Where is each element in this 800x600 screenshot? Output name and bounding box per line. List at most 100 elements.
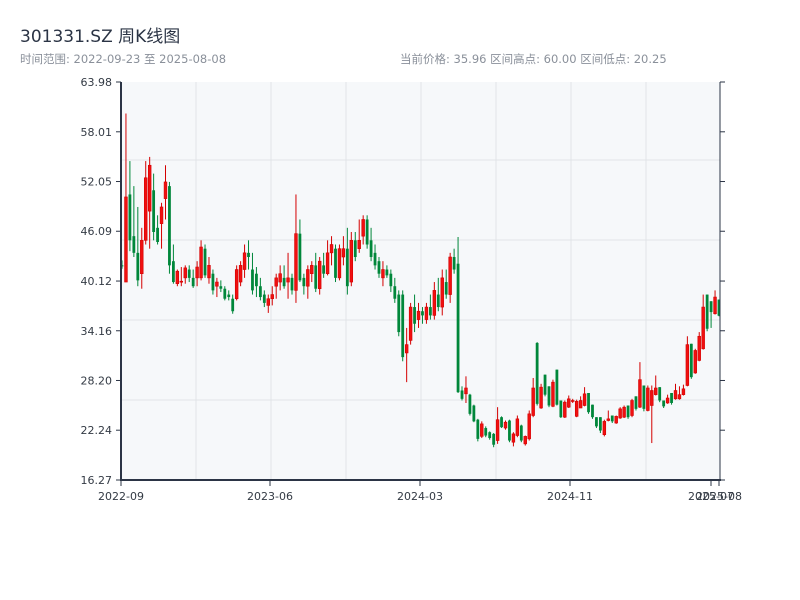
x-tick-label: 2025-08 — [696, 490, 742, 503]
candle-body-down — [587, 392, 590, 413]
candle-body-down — [128, 194, 132, 241]
y-tick-label: 63.98 — [81, 76, 113, 89]
candle-body-up — [424, 306, 429, 320]
candle-body-up — [551, 381, 555, 407]
y-tick-label: 16.27 — [81, 474, 113, 487]
candle-body-up — [515, 418, 520, 436]
candle-body-up — [294, 233, 298, 291]
candle-body-up — [238, 265, 243, 283]
candle — [547, 386, 551, 408]
candle — [527, 410, 531, 441]
candle-body-up — [270, 294, 274, 300]
candle — [689, 343, 693, 379]
candle-body-up — [416, 310, 421, 320]
candle — [397, 290, 401, 337]
candle — [543, 374, 547, 397]
candle-body-down — [152, 190, 156, 232]
candle-body-down — [634, 396, 638, 409]
candle-body-down — [231, 298, 235, 312]
candle — [574, 399, 579, 418]
candle-body-up — [523, 436, 527, 445]
candle-body-down — [436, 294, 440, 308]
candle-body-down — [255, 273, 258, 287]
candle — [646, 385, 650, 412]
x-tick-label: 2023-06 — [247, 490, 293, 503]
candle-body-up — [317, 260, 322, 290]
y-tick-label: 28.20 — [81, 374, 113, 387]
y-tick-label: 34.16 — [81, 325, 113, 338]
x-tick-label: 2024-03 — [397, 490, 443, 503]
candle-body-down — [500, 417, 503, 428]
candle-body-up — [650, 390, 654, 406]
candle-body-down — [413, 307, 416, 324]
x-tick-label: 2024-11 — [547, 490, 593, 503]
candle-body-up — [286, 277, 290, 283]
candle-body-up — [503, 421, 508, 429]
candle-body-down — [452, 257, 456, 270]
candle-body-up — [448, 256, 452, 295]
candle-body-down — [334, 248, 337, 278]
candle-body-up — [602, 421, 607, 436]
candle-body-down — [345, 248, 349, 287]
candle-body-up — [195, 266, 199, 279]
candle-body-down — [223, 288, 227, 299]
candle-body-up — [440, 277, 444, 308]
candle-body-down — [535, 342, 539, 404]
candle-body-down — [658, 387, 662, 401]
candle-body-down — [488, 432, 492, 439]
candle-body-up — [207, 265, 211, 279]
candle-body-up — [618, 408, 622, 419]
candle-body-up — [183, 267, 187, 279]
candle — [503, 420, 508, 430]
candle-body-down — [460, 390, 464, 399]
candle-body-up — [242, 252, 247, 270]
candle — [602, 419, 607, 437]
candle-body-down — [156, 227, 159, 243]
candle-body-down — [598, 417, 602, 431]
candle — [472, 404, 476, 423]
candle — [618, 407, 622, 419]
candle-body-up — [357, 240, 361, 249]
candle — [168, 181, 171, 274]
candle-body-up — [563, 401, 567, 418]
candle-body-down — [314, 265, 318, 289]
candle — [622, 405, 626, 419]
candle-body-down — [290, 277, 294, 291]
candle-body-up — [539, 386, 543, 409]
candle — [630, 398, 634, 418]
candle-body-down — [191, 277, 195, 287]
candle-body-down — [662, 400, 666, 407]
candle-body-down — [444, 282, 448, 295]
candle-body-up — [464, 387, 468, 395]
candle-body-up — [571, 400, 575, 402]
candle-body-down — [484, 428, 488, 436]
candle — [563, 400, 567, 419]
candle — [559, 400, 563, 419]
candle-body-down — [219, 286, 223, 289]
candle — [614, 415, 618, 424]
candle — [476, 418, 480, 442]
candle — [508, 419, 511, 443]
candle-body-down — [456, 263, 460, 393]
candle-body-up — [140, 240, 144, 275]
y-tick-label: 52.05 — [81, 176, 113, 189]
candle-body-down — [559, 400, 563, 418]
candle — [317, 257, 322, 295]
candle-body-up — [646, 387, 650, 411]
candle-body-up — [527, 413, 531, 440]
candle — [519, 424, 523, 443]
candle-body-up — [147, 164, 152, 212]
candle — [658, 387, 662, 403]
candle — [705, 294, 709, 332]
candle-body-down — [365, 219, 369, 245]
candle-body-down — [421, 311, 424, 316]
candle-body-up — [578, 400, 583, 409]
candle-body-down — [519, 425, 523, 441]
candle — [234, 265, 239, 301]
candle — [535, 342, 539, 406]
candle-body-down — [227, 294, 231, 298]
candle-body-up — [215, 281, 219, 287]
candle-body-up — [381, 269, 385, 279]
candle — [555, 369, 559, 406]
candle-body-up — [199, 246, 203, 279]
